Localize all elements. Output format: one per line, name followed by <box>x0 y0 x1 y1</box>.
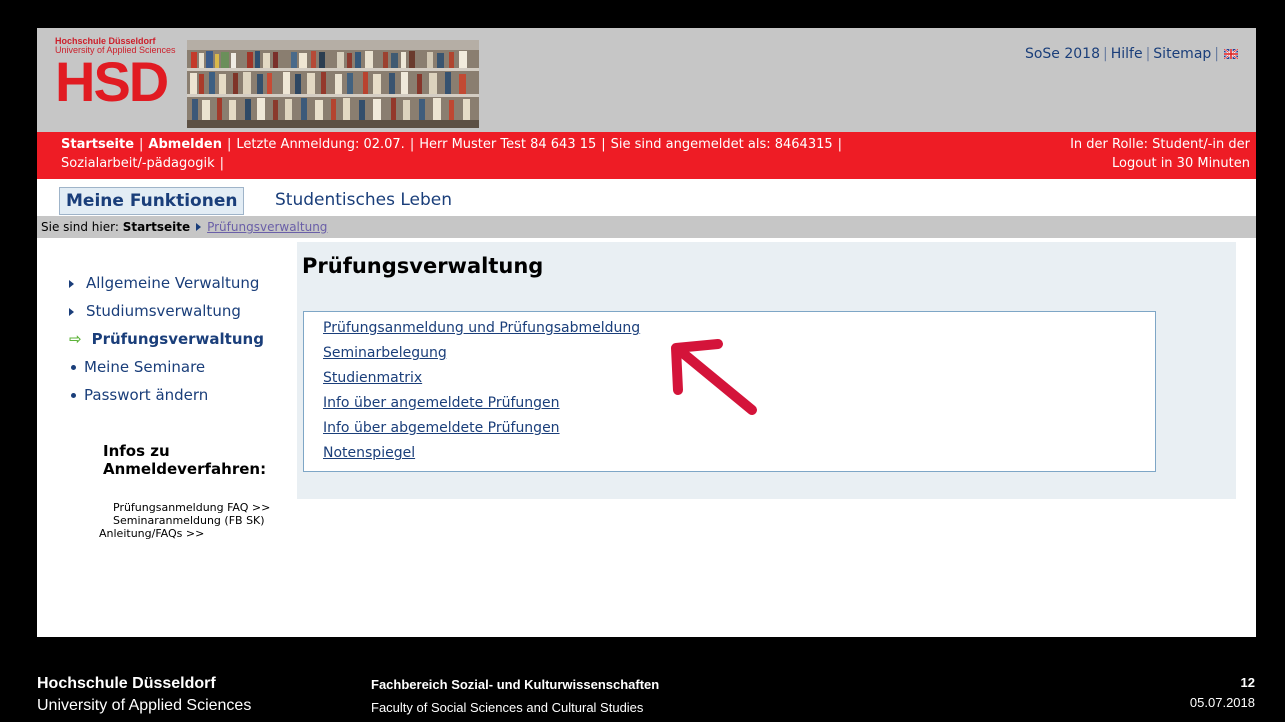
breadcrumb-arrow-icon <box>196 223 202 231</box>
footer-faculty-en: Faculty of Social Sciences and Cultural … <box>371 700 644 715</box>
link-pruefungsanmeldung[interactable]: Prüfungsanmeldung und Prüfungsabmeldung <box>323 320 640 336</box>
role-text: In der Rolle: Student/-in der <box>1070 137 1250 152</box>
green-arrow-icon: ⇨ <box>69 330 82 348</box>
uk-flag-icon[interactable] <box>1224 49 1238 59</box>
faq-links: Prüfungsanmeldung FAQ >> Seminaranmeldun… <box>99 501 270 540</box>
tab-meine-funktionen[interactable]: Meine Funktionen <box>59 187 245 215</box>
divider: | <box>1214 46 1219 62</box>
main-tabs: Meine Funktionen Studentisches Leben <box>37 179 1256 216</box>
divider: | <box>837 137 843 152</box>
breadcrumb-prefix: Sie sind hier: <box>41 220 119 234</box>
annotation-arrow-icon <box>671 339 757 415</box>
sidebar-item-label: Prüfungsverwaltung <box>91 330 264 348</box>
logged-in-as: Sie sind angemeldet als: 8464315 <box>610 137 833 152</box>
semester-link[interactable]: SoSe 2018 <box>1025 46 1100 62</box>
last-login: Letzte Anmeldung: 02.07. <box>236 137 405 152</box>
sidebar-item-label: Meine Seminare <box>84 358 206 376</box>
startseite-link[interactable]: Startseite <box>61 137 134 152</box>
slide-footer: Hochschule Düsseldorf University of Appl… <box>0 637 1285 722</box>
help-link[interactable]: Hilfe <box>1111 46 1143 62</box>
divider: | <box>601 137 606 152</box>
footer-date: 05.07.2018 <box>1189 695 1255 710</box>
infos-heading: Infos zu Anmeldeverfahren: <box>103 442 266 478</box>
session-line1: Startseite | Abmelden | Letzte Anmeldung: 02… <box>61 137 847 152</box>
link-notenspiegel[interactable]: Notenspiegel <box>323 445 415 461</box>
sitemap-link[interactable]: Sitemap <box>1153 46 1211 62</box>
divider: | <box>409 137 415 152</box>
bullet-icon <box>71 393 76 398</box>
user-name: Herr Muster Test 84 643 15 <box>419 137 597 152</box>
sidebar-item-label: Studiumsverwaltung <box>86 302 241 320</box>
link-info-abgemeldete[interactable]: Info über abgemeldete Prüfungen <box>323 420 560 436</box>
divider: | <box>1103 46 1108 62</box>
sidebar-item-label: Passwort ändern <box>84 386 209 404</box>
breadcrumb: Sie sind hier: Startseite Prüfungsverwalt… <box>37 216 1256 238</box>
site-header: Hochschule Düsseldorf University of Appl… <box>37 28 1256 132</box>
footer-faculty: Fachbereich Sozial- und Kulturwissenscha… <box>371 677 660 692</box>
triangle-right-icon <box>69 308 74 316</box>
logout-timer: Logout in 30 Minuten <box>1112 156 1250 171</box>
infos-title-line2: Anmeldeverfahren: <box>103 460 267 478</box>
breadcrumb-home[interactable]: Startseite <box>123 220 190 234</box>
triangle-right-icon <box>69 280 74 288</box>
sidebar-item-allgemeine-verwaltung[interactable]: Allgemeine Verwaltung <box>69 274 259 292</box>
divider: | <box>227 137 232 152</box>
infos-title-line1: Infos zu <box>103 442 170 460</box>
footer-page-number: 12 <box>1240 675 1255 690</box>
browser-screenshot: Hochschule Düsseldorf University of Appl… <box>37 28 1256 637</box>
divider: | <box>139 137 144 152</box>
tab-studentisches-leben[interactable]: Studentisches Leben <box>275 187 452 213</box>
sidebar-item-label: Allgemeine Verwaltung <box>86 274 260 292</box>
footer-org-en: University of Applied Sciences <box>37 697 252 714</box>
faq-pruefungsanmeldung-link[interactable]: Prüfungsanmeldung FAQ >> <box>103 501 270 514</box>
link-seminarbelegung[interactable]: Seminarbelegung <box>323 345 447 361</box>
program-text: Sozialarbeit/-pädagogik <box>61 156 215 171</box>
divider: | <box>1145 46 1151 62</box>
abmelden-link[interactable]: Abmelden <box>148 137 222 152</box>
sidebar-item-passwort-aendern[interactable]: Passwort ändern <box>69 386 208 404</box>
sidebar-item-pruefungsverwaltung[interactable]: ⇨ Prüfungsverwaltung <box>69 330 264 348</box>
session-bar: Startseite | Abmelden | Letzte Anmeldung: 02… <box>37 132 1256 179</box>
sidebar-item-studiumsverwaltung[interactable]: Studiumsverwaltung <box>69 302 241 320</box>
page-title: Prüfungsverwaltung <box>302 254 544 278</box>
link-studienmatrix[interactable]: Studienmatrix <box>323 370 422 386</box>
link-info-angemeldete[interactable]: Info über angemeldete Prüfungen <box>323 395 560 411</box>
library-photo <box>187 40 479 128</box>
session-line2: Sozialarbeit/-pädagogik | <box>61 156 229 171</box>
hsd-logo[interactable]: HSD <box>55 54 169 110</box>
faq-anleitung-link[interactable]: Anleitung/FAQs >> <box>99 527 270 540</box>
bullet-icon <box>71 365 76 370</box>
breadcrumb-current[interactable]: Prüfungsverwaltung <box>207 220 327 234</box>
faq-seminaranmeldung-link[interactable]: Seminaranmeldung (FB SK) <box>103 514 270 527</box>
sidebar-item-meine-seminare[interactable]: Meine Seminare <box>69 358 205 376</box>
top-links: SoSe 2018 | Hilfe | Sitemap | <box>1025 46 1238 62</box>
divider: | <box>219 156 224 171</box>
footer-org: Hochschule Düsseldorf <box>37 675 216 692</box>
